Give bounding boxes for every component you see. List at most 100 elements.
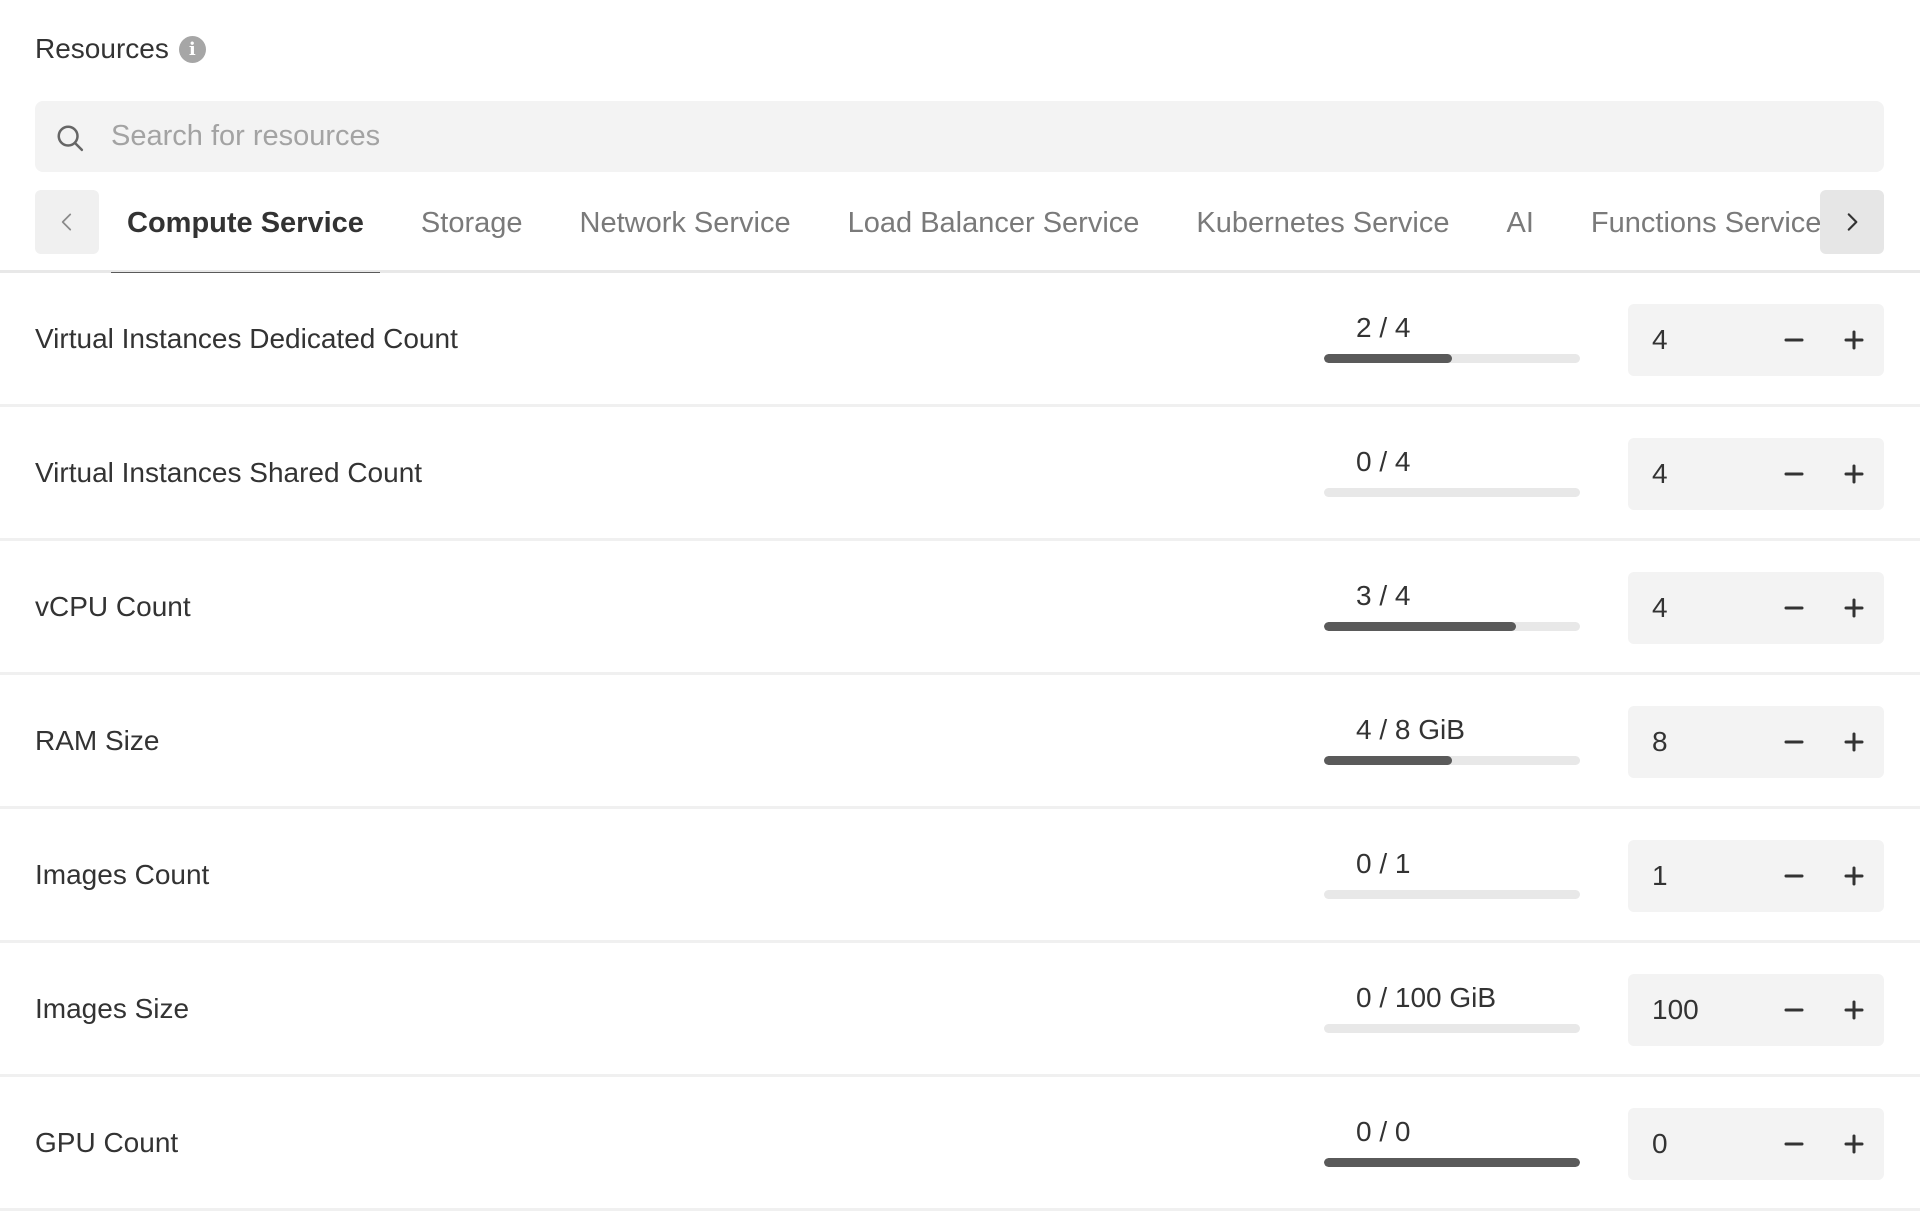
usage-progress-bar: [1324, 890, 1580, 899]
decrement-button[interactable]: [1774, 856, 1814, 896]
plus-icon: [1844, 1134, 1864, 1154]
usage-indicator: 0 / 100 GiB: [1324, 981, 1580, 1033]
usage-indicator: 3 / 4: [1324, 579, 1580, 631]
usage-progress-fill: [1324, 1158, 1580, 1167]
increment-button[interactable]: [1834, 990, 1874, 1030]
minus-icon: [1784, 338, 1804, 342]
resource-label: Images Size: [35, 992, 190, 1024]
quota-stepper: [1628, 706, 1884, 778]
usage-progress-bar: [1324, 354, 1580, 363]
usage-indicator: 2 / 4: [1324, 311, 1580, 363]
tab-ai[interactable]: AI: [1491, 190, 1550, 273]
increment-button[interactable]: [1834, 1124, 1874, 1164]
minus-icon: [1784, 874, 1804, 878]
resource-row: Images Size 0 / 100 GiB: [0, 943, 1920, 1077]
quota-input[interactable]: [1652, 304, 1752, 376]
tab-compute-service[interactable]: Compute Service: [111, 190, 380, 273]
page-title: Resources: [35, 33, 169, 64]
usage-text: 2 / 4: [1356, 312, 1411, 343]
tab-scroll-next-button[interactable]: [1820, 190, 1884, 254]
quota-input[interactable]: [1652, 1108, 1752, 1180]
usage-progress-fill: [1324, 756, 1452, 765]
search-icon: [57, 125, 84, 152]
resource-row: Virtual Instances Shared Count 0 / 4: [0, 407, 1920, 541]
resource-row: Virtual Instances Dedicated Count 2 / 4: [0, 273, 1920, 407]
decrement-button[interactable]: [1774, 454, 1814, 494]
resource-label: Virtual Instances Dedicated Count: [35, 322, 458, 354]
usage-progress-fill: [1324, 354, 1452, 363]
resource-label: GPU Count: [35, 1126, 179, 1158]
resource-label: Virtual Instances Shared Count: [35, 456, 423, 488]
resource-row: GPU Count 0 / 0: [0, 1077, 1920, 1211]
usage-indicator: 0 / 4: [1324, 445, 1580, 497]
search-bar: [35, 101, 1884, 172]
resource-list: Virtual Instances Dedicated Count2 / 4Vi…: [0, 273, 1920, 1211]
increment-button[interactable]: [1834, 320, 1874, 360]
usage-indicator: 0 / 1: [1324, 847, 1580, 899]
increment-button[interactable]: [1834, 454, 1874, 494]
tabs-list: Compute Service Storage Network Service Loa…: [111, 190, 1820, 273]
increment-button[interactable]: [1834, 588, 1874, 628]
tab-bar: Compute Service Storage Network Service Loa…: [0, 190, 1920, 273]
decrement-button[interactable]: [1774, 588, 1814, 628]
usage-text: 0 / 4: [1356, 446, 1411, 477]
usage-text: 0 / 1: [1356, 848, 1411, 879]
search-input[interactable]: [111, 101, 1864, 172]
usage-progress-fill: [1324, 622, 1516, 631]
decrement-button[interactable]: [1774, 320, 1814, 360]
quota-input[interactable]: [1652, 572, 1752, 644]
quota-stepper: [1628, 1108, 1884, 1180]
quota-input[interactable]: [1652, 706, 1752, 778]
tab-network-service[interactable]: Network Service: [564, 190, 807, 273]
plus-icon: [1844, 598, 1864, 618]
resource-row: Images Count 0 / 1: [0, 809, 1920, 943]
section-header: Resources i: [35, 28, 206, 70]
increment-button[interactable]: [1834, 722, 1874, 762]
decrement-button[interactable]: [1774, 722, 1814, 762]
chevron-left-icon: [61, 213, 72, 231]
resource-label: Images Count: [35, 858, 210, 890]
resource-row: RAM Size 4 / 8 GiB: [0, 675, 1920, 809]
usage-progress-bar: [1324, 1024, 1580, 1033]
quota-stepper: [1628, 438, 1884, 510]
usage-text: 4 / 8 GiB: [1356, 714, 1465, 745]
tabs-viewport: Compute Service Storage Network Service Loa…: [111, 190, 1820, 273]
usage-text: 0 / 100 GiB: [1356, 982, 1497, 1013]
tab-functions-service[interactable]: Functions Service: [1575, 190, 1820, 273]
resource-label: vCPU Count: [35, 590, 191, 622]
plus-icon: [1844, 732, 1864, 752]
decrement-button[interactable]: [1774, 990, 1814, 1030]
usage-progress-bar: [1324, 622, 1580, 631]
tab-kubernetes-service[interactable]: Kubernetes Service: [1180, 190, 1465, 273]
quota-input[interactable]: [1652, 438, 1752, 510]
minus-icon: [1784, 740, 1804, 744]
usage-progress-bar: [1324, 1158, 1580, 1167]
chevron-right-icon: [1847, 213, 1858, 231]
plus-icon: [1844, 464, 1864, 484]
usage-indicator: 0 / 0: [1324, 1115, 1580, 1167]
usage-indicator: 4 / 8 GiB: [1324, 713, 1580, 765]
tab-storage[interactable]: Storage: [405, 190, 539, 273]
minus-icon: [1784, 1008, 1804, 1012]
plus-icon: [1844, 1000, 1864, 1020]
tab-load-balancer-service[interactable]: Load Balancer Service: [832, 190, 1156, 273]
usage-text: 0 / 0: [1356, 1116, 1411, 1147]
quota-stepper: [1628, 840, 1884, 912]
usage-text: 3 / 4: [1356, 580, 1411, 611]
resource-row: vCPU Count 3 / 4: [0, 541, 1920, 675]
quota-stepper: [1628, 974, 1884, 1046]
quota-input[interactable]: [1652, 974, 1752, 1046]
minus-icon: [1784, 1142, 1804, 1146]
info-icon[interactable]: i: [178, 35, 206, 63]
plus-icon: [1844, 330, 1864, 350]
resource-label: RAM Size: [35, 724, 160, 756]
decrement-button[interactable]: [1774, 1124, 1814, 1164]
increment-button[interactable]: [1834, 856, 1874, 896]
quota-input[interactable]: [1652, 840, 1752, 912]
usage-progress-bar: [1324, 756, 1580, 765]
tab-scroll-prev-button[interactable]: [35, 190, 99, 254]
minus-icon: [1784, 606, 1804, 610]
usage-progress-bar: [1324, 488, 1580, 497]
minus-icon: [1784, 472, 1804, 476]
quota-stepper: [1628, 572, 1884, 644]
